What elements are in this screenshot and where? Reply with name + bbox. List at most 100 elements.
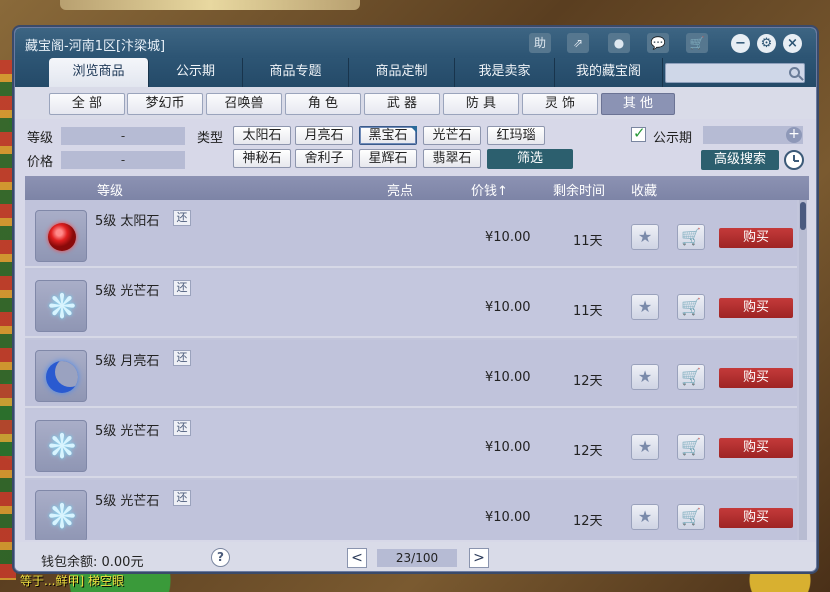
page-indicator[interactable]: 23/100 bbox=[377, 549, 457, 567]
level-label: 等级 bbox=[27, 131, 54, 146]
clock-icon[interactable] bbox=[784, 150, 804, 170]
titlebar[interactable]: 藏宝阁-河南1区[汴梁城] 助 ⇗ ● 💬 🛒 − ⚙ × bbox=[15, 28, 816, 58]
return-badge: 还 bbox=[173, 350, 191, 366]
item-icon-frame: ❋ bbox=[35, 420, 87, 472]
category-weapons[interactable]: 武 器 bbox=[364, 93, 440, 115]
prev-page-button[interactable]: < bbox=[347, 548, 367, 568]
minimize-icon[interactable]: − bbox=[731, 34, 750, 53]
public-period-checkbox[interactable] bbox=[631, 124, 646, 142]
category-accessories[interactable]: 灵 饰 bbox=[522, 93, 598, 115]
tab-public-period[interactable]: 公示期 bbox=[149, 58, 243, 87]
add-to-cart-icon[interactable]: 🛒 bbox=[677, 504, 705, 530]
category-all[interactable]: 全 部 bbox=[49, 93, 125, 115]
next-page-button[interactable]: > bbox=[469, 548, 489, 568]
item-price: ¥10.00 bbox=[485, 510, 531, 525]
item-icon-frame: ❋ bbox=[35, 490, 87, 540]
item-price: ¥10.00 bbox=[485, 440, 531, 455]
light-stone-icon: ❋ bbox=[47, 287, 77, 327]
moon-stone-icon bbox=[46, 361, 78, 393]
type-light-stone[interactable]: 光芒石 bbox=[423, 126, 481, 145]
tab-browse[interactable]: 浏览商品 bbox=[49, 58, 149, 87]
add-icon[interactable]: + bbox=[786, 127, 802, 143]
light-stone-icon: ❋ bbox=[47, 497, 77, 537]
scroll-thumb[interactable] bbox=[800, 202, 806, 230]
header-remaining[interactable]: 剩余时间 bbox=[553, 180, 605, 199]
table-row[interactable]: ❋ 5级 光芒石 还 ¥10.00 12天 ★ 🛒 购买 bbox=[25, 410, 797, 478]
type-agate[interactable]: 红玛瑙 bbox=[487, 126, 545, 145]
type-jade-stone[interactable]: 翡翠石 bbox=[423, 149, 481, 168]
item-remaining: 11天 bbox=[573, 234, 603, 249]
category-roles[interactable]: 角 色 bbox=[285, 93, 361, 115]
item-remaining: 12天 bbox=[573, 514, 603, 529]
item-name: 5级 月亮石 bbox=[95, 354, 160, 369]
help-icon[interactable]: ? bbox=[211, 548, 230, 567]
cart-icon[interactable]: 🛒 bbox=[686, 33, 708, 53]
item-list: 5级 太阳石 还 ¥10.00 11天 ★ 🛒 购买 ❋ 5级 光芒石 还 ¥1… bbox=[25, 200, 807, 540]
favorite-star-icon[interactable]: ★ bbox=[631, 434, 659, 460]
type-black-stone[interactable]: 黑宝石 bbox=[359, 126, 417, 145]
favorite-star-icon[interactable]: ★ bbox=[631, 224, 659, 250]
tab-seller[interactable]: 我是卖家 bbox=[455, 58, 555, 87]
add-to-cart-icon[interactable]: 🛒 bbox=[677, 364, 705, 390]
item-name: 5级 光芒石 bbox=[95, 424, 160, 439]
item-name: 5级 光芒石 bbox=[95, 494, 160, 509]
return-badge: 还 bbox=[173, 280, 191, 296]
table-row[interactable]: ❋ 5级 光芒石 还 ¥10.00 12天 ★ 🛒 购买 bbox=[25, 480, 797, 540]
close-icon[interactable]: × bbox=[783, 34, 802, 53]
type-mystery-stone[interactable]: 神秘石 bbox=[233, 149, 291, 168]
category-pets[interactable]: 召唤兽 bbox=[206, 93, 282, 115]
type-sun-stone[interactable]: 太阳石 bbox=[233, 126, 291, 145]
item-remaining: 12天 bbox=[573, 444, 603, 459]
type-star-stone[interactable]: 星辉石 bbox=[359, 149, 417, 168]
category-other[interactable]: 其 他 bbox=[601, 93, 675, 115]
item-name: 5级 太阳石 bbox=[95, 214, 160, 229]
table-row[interactable]: 5级 月亮石 还 ¥10.00 12天 ★ 🛒 购买 bbox=[25, 340, 797, 408]
scrollbar[interactable] bbox=[799, 200, 807, 540]
tab-custom[interactable]: 商品定制 bbox=[349, 58, 455, 87]
level-range-input[interactable]: - bbox=[61, 127, 185, 145]
favorite-star-icon[interactable]: ★ bbox=[631, 364, 659, 390]
header-price[interactable]: 价钱↑ bbox=[471, 180, 508, 199]
favorite-star-icon[interactable]: ★ bbox=[631, 504, 659, 530]
return-badge: 还 bbox=[173, 420, 191, 436]
return-badge: 还 bbox=[173, 210, 191, 226]
header-highlight: 亮点 bbox=[387, 184, 414, 199]
share-icon[interactable]: ⇗ bbox=[567, 33, 589, 53]
buy-button[interactable]: 购买 bbox=[719, 228, 793, 248]
search-icon[interactable] bbox=[789, 67, 800, 78]
buy-button[interactable]: 购买 bbox=[719, 368, 793, 388]
price-range-input[interactable]: - bbox=[61, 151, 185, 169]
item-icon-frame bbox=[35, 210, 87, 262]
add-to-cart-icon[interactable]: 🛒 bbox=[677, 224, 705, 250]
category-armor[interactable]: 防 具 bbox=[443, 93, 519, 115]
buy-button[interactable]: 购买 bbox=[719, 298, 793, 318]
type-relic[interactable]: 舍利子 bbox=[295, 149, 353, 168]
add-to-cart-icon[interactable]: 🛒 bbox=[677, 434, 705, 460]
settings-icon[interactable]: ⚙ bbox=[757, 34, 776, 53]
add-to-cart-icon[interactable]: 🛒 bbox=[677, 294, 705, 320]
type-moon-stone[interactable]: 月亮石 bbox=[295, 126, 353, 145]
advanced-search-button[interactable]: 高级搜索 bbox=[701, 150, 779, 170]
sun-stone-icon bbox=[48, 223, 76, 251]
item-name: 5级 光芒石 bbox=[95, 284, 160, 299]
item-icon-frame: ❋ bbox=[35, 280, 87, 332]
footer: 钱包余额: 0.00元 ? < 23/100 > bbox=[15, 542, 816, 571]
category-bar: 全 部 梦幻币 召唤兽 角 色 武 器 防 具 灵 饰 其 他 bbox=[15, 87, 816, 119]
item-price: ¥10.00 bbox=[485, 300, 531, 315]
favorite-star-icon[interactable]: ★ bbox=[631, 294, 659, 320]
type-label: 类型 bbox=[197, 131, 224, 146]
category-coins[interactable]: 梦幻币 bbox=[127, 93, 203, 115]
light-stone-icon: ❋ bbox=[47, 427, 77, 467]
buy-button[interactable]: 购买 bbox=[719, 508, 793, 528]
filter-button[interactable]: 筛选 bbox=[487, 149, 573, 169]
search-input[interactable] bbox=[665, 63, 805, 83]
chat-icon[interactable]: 💬 bbox=[647, 33, 669, 53]
game-top-frame bbox=[60, 0, 360, 10]
help-icon[interactable]: 助 bbox=[529, 33, 551, 53]
tab-my-pavilion[interactable]: 我的藏宝阁 bbox=[555, 58, 663, 87]
stop-icon[interactable]: ● bbox=[608, 33, 630, 53]
table-row[interactable]: 5级 太阳石 还 ¥10.00 11天 ★ 🛒 购买 bbox=[25, 200, 797, 268]
buy-button[interactable]: 购买 bbox=[719, 438, 793, 458]
table-row[interactable]: ❋ 5级 光芒石 还 ¥10.00 11天 ★ 🛒 购买 bbox=[25, 270, 797, 338]
tab-topics[interactable]: 商品专题 bbox=[243, 58, 349, 87]
